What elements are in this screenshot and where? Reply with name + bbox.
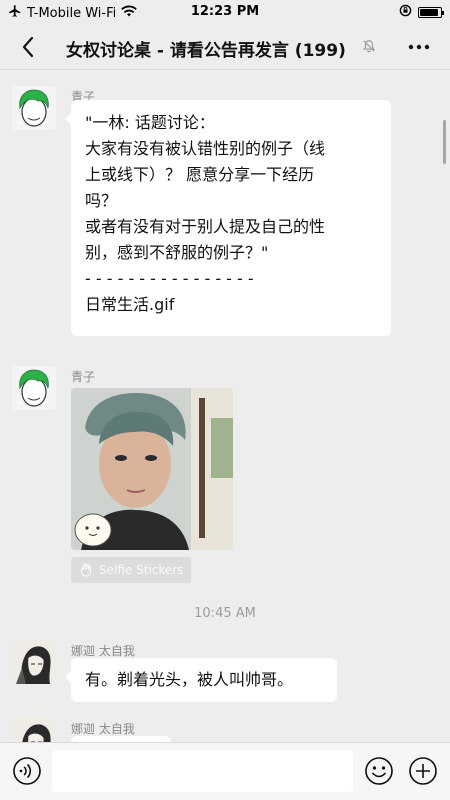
input-bar — [0, 742, 450, 800]
add-more-icon[interactable] — [408, 756, 438, 786]
message-item: 娜迦 太自我 有。剃着光头，被人叫帅哥。 — [12, 640, 432, 702]
voice-input-icon[interactable] — [12, 756, 42, 786]
sender-name: 娜迦 太自我 — [71, 722, 135, 736]
message-bubble[interactable]: "一林: 话题讨论： 大家有没有被认错性别的例子（线 上或线下）？ 愿意分享一下… — [65, 100, 391, 336]
message-line: "一林: 话题讨论： — [85, 113, 215, 132]
selfie-stickers-label: Selfie Stickers — [99, 563, 184, 577]
mute-bell-icon — [363, 40, 375, 53]
message-line: 上或线下）？ 愿意分享一下经历 — [85, 165, 315, 184]
message-line: - - - - - - - - - - - - - - - - — [85, 269, 254, 288]
emoji-icon[interactable] — [364, 756, 394, 786]
status-time: 12:23 PM — [190, 4, 260, 19]
avatar[interactable] — [12, 86, 56, 130]
scrollbar[interactable] — [443, 120, 446, 164]
sender-name: 青子 — [71, 370, 96, 384]
back-icon[interactable] — [16, 34, 42, 60]
avatar[interactable] — [12, 366, 56, 410]
rotation-lock-icon — [399, 4, 412, 21]
message-line: 日常生活.gif — [85, 295, 175, 314]
message-bubble[interactable]: 有。剃着光头，被人叫帅哥。 — [65, 658, 337, 702]
message-line: 或者有没有对于别人提及自己的性 — [85, 217, 326, 236]
status-bar: T-Mobile Wi-Fi 12:23 PM — [0, 0, 450, 24]
message-line: 吗？ — [85, 191, 118, 210]
selfie-stickers-button[interactable]: Selfie Stickers — [71, 557, 192, 583]
sender-name: 娜迦 太自我 — [71, 644, 135, 658]
message-item: 娜迦 太自我 — [12, 718, 432, 742]
hand-wave-icon — [80, 563, 91, 577]
message-line: 大家有没有被认错性别的例子（线 — [85, 139, 326, 158]
battery-icon — [418, 7, 444, 18]
avatar[interactable] — [12, 718, 56, 742]
chat-title: 女权讨论桌 - 请看公告再发言 (199) — [66, 41, 346, 61]
message-input[interactable] — [52, 750, 353, 792]
message-list[interactable]: 青子 "一林: 话题讨论： 大家有没有被认错性别的例子（线 上或线下）？ 愿意分… — [0, 70, 450, 742]
message-line: 别，感到不舒服的例子？" — [85, 243, 269, 262]
message-item: 青子 "一林: 话题讨论： 大家有没有被认错性别的例子（线 上或线下）？ 愿意分… — [12, 86, 432, 354]
selfie-sticker-image[interactable] — [71, 388, 233, 550]
more-options-icon[interactable] — [406, 36, 432, 58]
message-text: 有。剃着光头，被人叫帅哥。 — [85, 670, 294, 689]
timestamp: 10:45 AM — [194, 606, 256, 621]
avatar[interactable] — [12, 640, 56, 684]
message-item: 青子 Selfie Stickers — [12, 366, 432, 586]
chat-header: 女权讨论桌 - 请看公告再发言 (199) — [0, 24, 450, 70]
